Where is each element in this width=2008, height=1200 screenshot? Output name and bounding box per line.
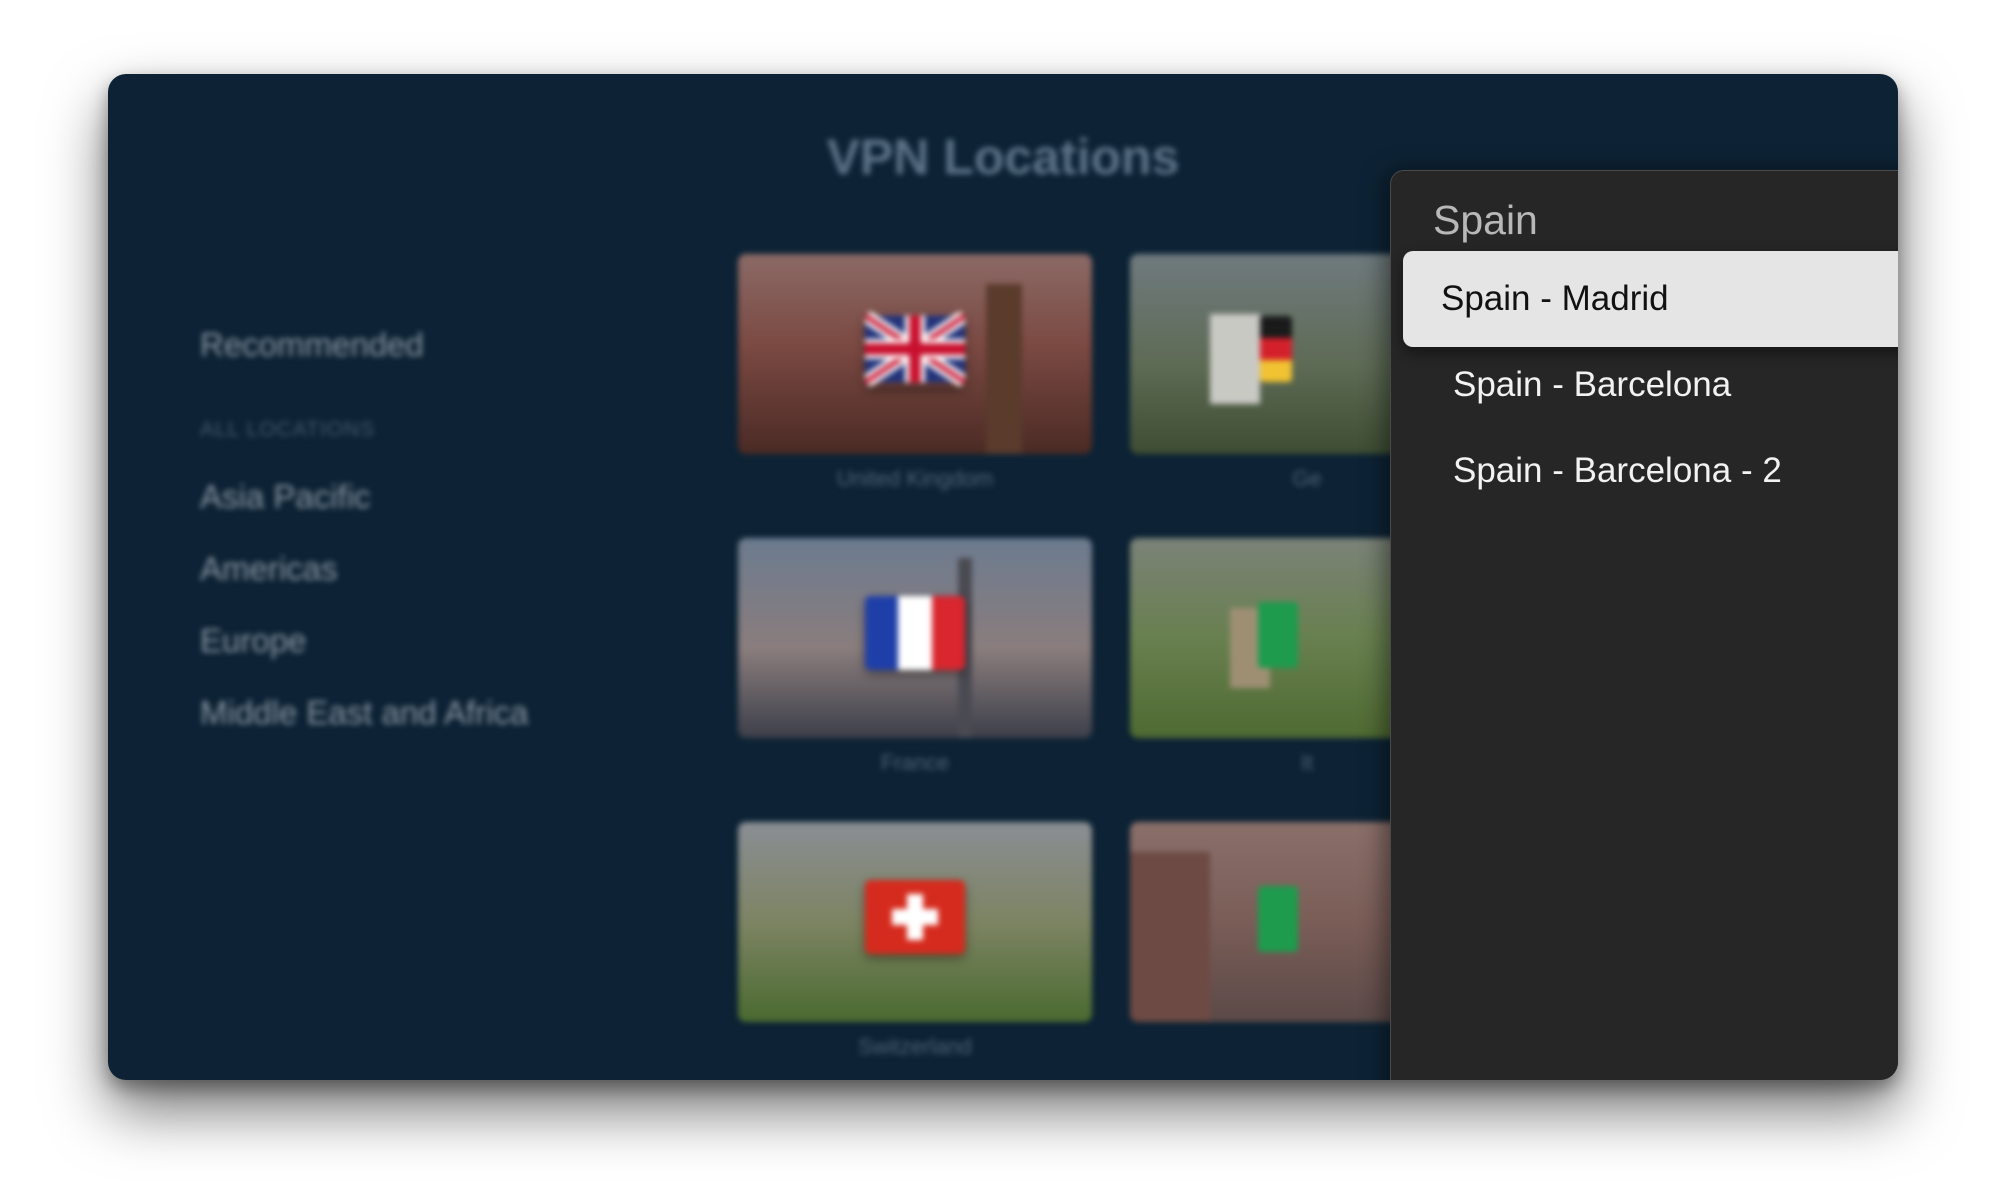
tile-caption: United Kingdom bbox=[836, 466, 994, 491]
sidebar-section-label: ALL LOCATIONS bbox=[200, 418, 376, 441]
location-picker-panel: Spain Spain - Madrid Spain - Barcelona S… bbox=[1390, 170, 1898, 1080]
germany-flag-icon bbox=[1260, 316, 1292, 382]
sidebar-item-middle-east-africa[interactable]: Middle East and Africa bbox=[200, 694, 528, 732]
location-tile-switzerland[interactable] bbox=[738, 822, 1092, 1022]
sidebar-item-recommended[interactable]: Recommended bbox=[200, 326, 424, 364]
option-spain-madrid[interactable]: Spain - Madrid bbox=[1403, 251, 1898, 347]
tile-caption: Switzerland bbox=[858, 1034, 972, 1059]
sidebar-item-europe[interactable]: Europe bbox=[200, 622, 306, 660]
sidebar-item-americas[interactable]: Americas bbox=[200, 550, 338, 588]
tile-caption: France bbox=[880, 750, 950, 775]
uk-flag-icon bbox=[865, 312, 965, 386]
building-shape bbox=[1130, 852, 1210, 1022]
location-tile-france[interactable] bbox=[738, 538, 1092, 738]
france-flag-icon bbox=[865, 596, 965, 670]
vpn-window: VPN Locations Recommended ALL LOCATIONS … bbox=[108, 74, 1898, 1080]
switzerland-flag-icon bbox=[865, 880, 965, 954]
option-spain-barcelona[interactable]: Spain - Barcelona bbox=[1403, 337, 1898, 433]
sidebar-item-asia-pacific[interactable]: Asia Pacific bbox=[200, 478, 371, 516]
castle-shape bbox=[1210, 314, 1260, 404]
italy-flag-icon bbox=[1258, 602, 1298, 668]
location-picker-title: Spain bbox=[1433, 197, 1538, 243]
location-tile-united-kingdom[interactable] bbox=[738, 254, 1092, 454]
green-flag-icon bbox=[1258, 886, 1298, 952]
tower-shape bbox=[986, 284, 1022, 454]
option-spain-barcelona-2[interactable]: Spain - Barcelona - 2 bbox=[1403, 423, 1898, 519]
